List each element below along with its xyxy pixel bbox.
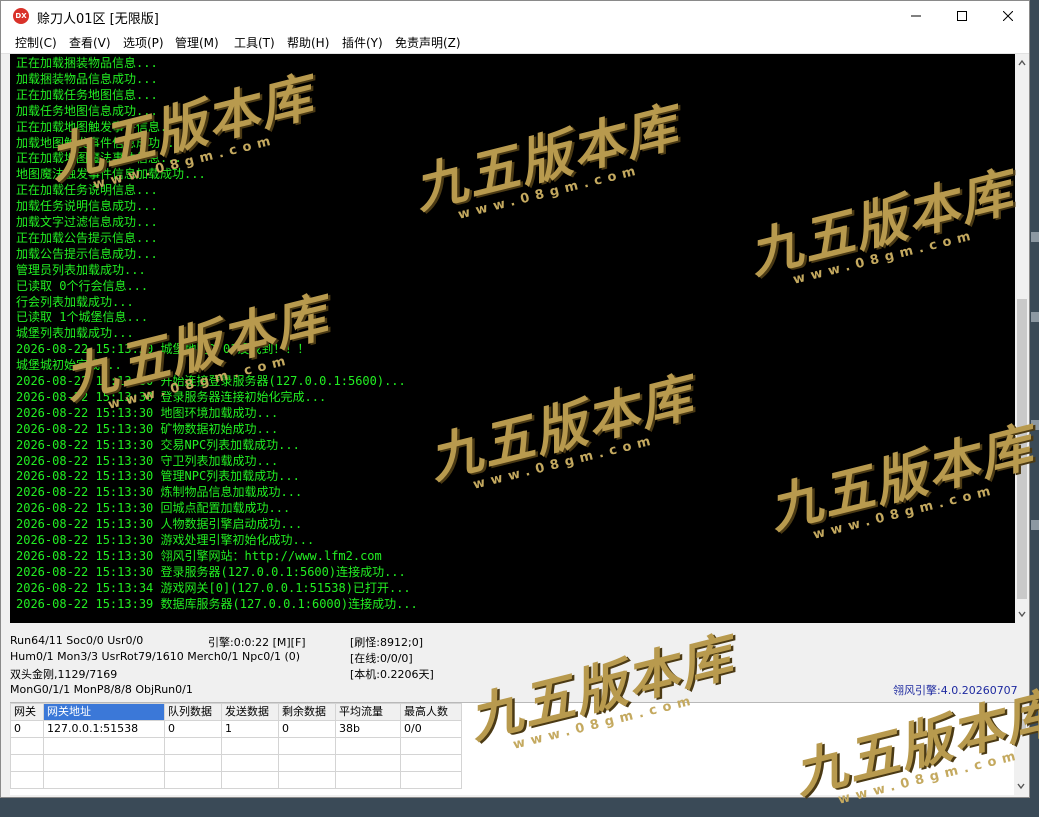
background-desktop-edge (1031, 312, 1039, 322)
log-line: 加载公告提示信息成功... (16, 246, 158, 261)
status-local: [本机:0.2206天] (350, 668, 434, 681)
log-line: 加载任务说明信息成功... (16, 199, 158, 214)
log-line: 2026-08-22 15:13:39 数据库服务器(127.0.0.1:600… (16, 596, 418, 611)
grid-header-row: 网关 网关地址 队列数据 发送数据 剩余数据 平均流量 最高人数 (10, 703, 462, 721)
log-line: 正在加载地图触发事件信息... (16, 119, 182, 134)
log-line: 2026-08-22 15:13:30 管理NPC列表加载成功... (16, 469, 300, 484)
background-desktop-edge (1031, 232, 1039, 242)
grid-scrollbar[interactable] (1014, 703, 1028, 795)
table-row-empty (10, 771, 462, 789)
col-queue[interactable]: 队列数据 (164, 703, 222, 721)
status-run: Run64/11 Soc0/0 Usr0/0 (10, 634, 144, 647)
log-line: 2026-08-22 15:13:30 登录服务器连接初始化完成... (16, 389, 327, 404)
log-line: 2026-08-22 15:13:30 翎风引擎网站：http://www.lf… (16, 548, 382, 563)
log-line: 正在加载地图魔法事件信息... (16, 151, 182, 166)
main-window: DX 赊刀人01区 [无限版] 控制(C) 查看(V) 选项(P) 管理(M) … (0, 0, 1030, 798)
table-row-empty (10, 754, 462, 772)
minimize-icon (911, 15, 921, 17)
background-desktop-edge (1031, 520, 1039, 530)
cell-address: 127.0.0.1:51538 (43, 720, 165, 738)
engine-version: 翎风引擎:4.0.20260707 (893, 684, 1018, 697)
status-refresh: [刷怪:8912;0] (350, 636, 423, 649)
status-engine-time: 引擎:0:0:22 [M][F] (208, 636, 306, 649)
cell-avg-traffic: 38b (335, 720, 401, 738)
menu-control[interactable]: 控制(C) (15, 34, 57, 51)
status-mon: MonG0/1/1 MonP8/8/8 ObjRun0/1 (10, 683, 193, 696)
cell-sent: 1 (221, 720, 279, 738)
menu-disclaimer[interactable]: 免责声明(Z) (395, 34, 461, 51)
log-line: 2026-08-22 15:13:30 交易NPC列表加载成功... (16, 437, 300, 452)
gateway-grid: 网关 网关地址 队列数据 发送数据 剩余数据 平均流量 最高人数 0 127.0… (10, 702, 1028, 795)
menu-manage[interactable]: 管理(M) (175, 34, 219, 51)
log-line: 加载捆装物品信息成功... (16, 71, 158, 86)
log-console[interactable]: 正在加载捆装物品信息... 加载捆装物品信息成功... 正在加载任务地图信息... 加… (10, 54, 1015, 623)
grid-scroll-thumb[interactable] (1016, 719, 1026, 735)
log-line: 2026-08-22 15:13:30 登录服务器(127.0.0.1:5600… (16, 564, 406, 579)
log-line: 2026-08-22 15:13:30 人物数据引擎启动成功... (16, 517, 303, 532)
col-max-users[interactable]: 最高人数 (400, 703, 462, 721)
log-line: 2026-08-22 15:13:30 炼制物品信息加载成功... (16, 485, 303, 500)
menu-help[interactable]: 帮助(H) (287, 34, 329, 51)
log-line: 城堡城初始完成... (16, 358, 122, 373)
menu-bar: 控制(C) 查看(V) 选项(P) 管理(M) 工具(T) 帮助(H) 插件(Y… (1, 31, 1029, 54)
col-avg-traffic[interactable]: 平均流量 (335, 703, 401, 721)
log-line: 2026-08-22 15:13:30 游戏处理引擎初始化成功... (16, 533, 315, 547)
log-scrollbar[interactable] (1015, 54, 1029, 623)
status-item: 双头金刚,1129/7169 (10, 668, 118, 681)
scroll-thumb[interactable] (1017, 299, 1027, 599)
log-line: 正在加载捆装物品信息... (16, 56, 158, 70)
cell-queue: 0 (164, 720, 222, 738)
table-row-empty (10, 737, 462, 755)
cell-remaining: 0 (278, 720, 336, 738)
grid-scroll-down-icon[interactable] (1016, 780, 1026, 792)
maximize-icon (957, 11, 967, 21)
cell-max-users: 0/0 (400, 720, 462, 738)
log-line: 2026-08-22 15:13:30 开始连接登录服务器(127.0.0.1:… (16, 374, 406, 388)
log-line: 加载地图触发事件信息成功... (16, 135, 182, 150)
table-row[interactable]: 0 127.0.0.1:51538 0 1 0 38b 0/0 (10, 720, 462, 738)
log-line: 加载文字过滤信息成功... (16, 215, 158, 229)
log-line: 正在加载任务说明信息... (16, 183, 158, 198)
log-line: 2026-08-22 15:13:34 游戏网关[0](127.0.0.1:51… (16, 580, 411, 595)
log-line: 2026-08-22 15:13:30 地图环境加载成功... (16, 405, 279, 420)
close-button[interactable] (985, 1, 1029, 31)
log-line: 地图魔法触发事件信息加载成功... (16, 167, 206, 182)
menu-plugins[interactable]: 插件(Y) (342, 34, 383, 51)
log-line: 已读取 1个城堡信息... (16, 310, 149, 325)
background-desktop-edge (1031, 420, 1039, 430)
scroll-down-icon[interactable] (1017, 608, 1027, 620)
log-line: 已读取 0个行会信息... (16, 278, 149, 293)
col-remaining[interactable]: 剩余数据 (278, 703, 336, 721)
log-line: 正在加载任务地图信息... (16, 87, 158, 102)
window-title: 赊刀人01区 [无限版] (37, 12, 159, 27)
minimize-button[interactable] (893, 1, 939, 31)
log-line: 2026-08-22 15:13:30 守卫列表加载成功... (16, 453, 279, 468)
status-panel: Run64/11 Soc0/0 Usr0/0 引擎:0:0:22 [M][F] … (10, 629, 1025, 699)
app-icon: DX (13, 8, 29, 24)
cell-gateway: 0 (10, 720, 44, 738)
status-hum: Hum0/1 Mon3/3 UsrRot79/1610 Merch0/1 Npc… (10, 650, 301, 663)
log-line: 加载任务地图信息成功... (16, 103, 158, 118)
log-line: 2026-08-22 15:13:30 回城点配置加载成功... (16, 501, 291, 516)
log-line: 城堡列表加载成功... (16, 326, 134, 341)
log-line: 行会列表加载成功... (16, 294, 134, 309)
menu-tools[interactable]: 工具(T) (234, 34, 275, 51)
log-line: 2026-08-22 15:13:30 城堡地图D701没找到！！！ (16, 342, 310, 357)
log-line: 正在加载公告提示信息... (16, 230, 158, 245)
scroll-up-icon[interactable] (1017, 57, 1027, 69)
col-gateway[interactable]: 网关 (10, 703, 44, 721)
col-gateway-address[interactable]: 网关地址 (43, 703, 165, 721)
close-icon (1003, 11, 1013, 21)
menu-options[interactable]: 选项(P) (123, 34, 164, 51)
log-line: 管理员列表加载成功... (16, 262, 146, 277)
menu-view[interactable]: 查看(V) (69, 34, 111, 51)
title-bar[interactable]: DX 赊刀人01区 [无限版] (1, 1, 1029, 31)
log-line: 2026-08-22 15:13:30 矿物数据初始成功... (16, 421, 279, 436)
col-sent[interactable]: 发送数据 (221, 703, 279, 721)
status-online: [在线:0/0/0] (350, 652, 413, 665)
maximize-button[interactable] (939, 1, 985, 31)
